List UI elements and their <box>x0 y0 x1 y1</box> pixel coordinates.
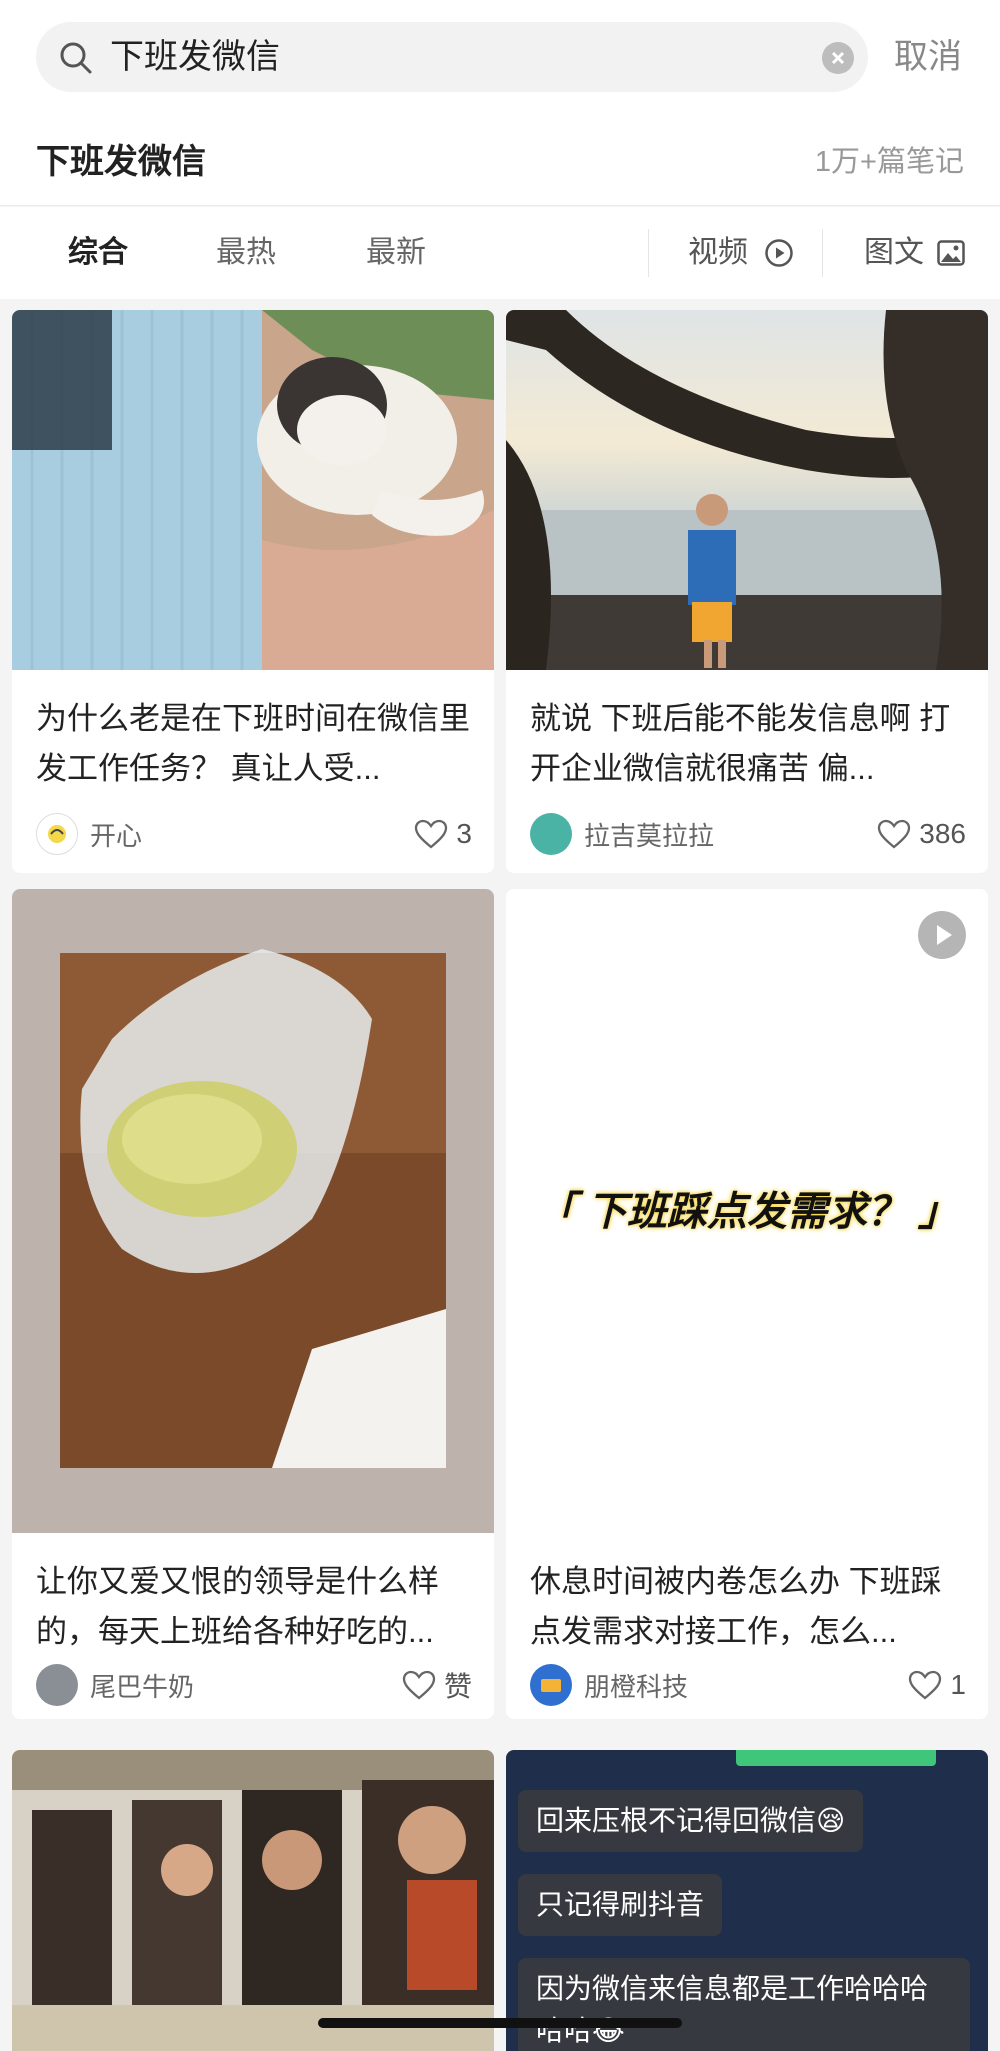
chat-bubble: 只记得刷抖音 <box>518 1874 723 1936</box>
page-title: 下班发微信 <box>36 143 206 181</box>
note-cover-image[interactable]: 「 下班踩点发需求？ 」 <box>506 889 988 1533</box>
note-count: 1万+篇笔记 <box>814 146 964 178</box>
like-count: 1 <box>950 1669 966 1700</box>
tab-newest[interactable]: 最新 <box>366 207 426 299</box>
divider <box>648 229 649 277</box>
author-name: 拉吉莫拉拉 <box>584 820 715 851</box>
tab-comprehensive[interactable]: 综合 <box>68 207 128 299</box>
video-filter-label: 视频 <box>688 236 748 269</box>
heart-icon <box>402 1670 436 1700</box>
heart-icon <box>415 819 448 849</box>
note-title[interactable]: 为什么老是在下班时间在微信里发工作任务？ 真让人受... <box>36 694 472 794</box>
like-button[interactable]: 1 <box>908 1663 966 1707</box>
chat-bubble: 因为微信来信息都是工作哈哈哈哈哈😂 <box>518 1958 970 2051</box>
heart-icon <box>909 1670 942 1700</box>
note-author[interactable]: 拉吉莫拉拉 <box>530 812 714 856</box>
note-card[interactable]: 就说 下班后能不能发信息啊 打开企业微信就很痛苦 偏... 拉吉莫拉拉 386 <box>506 310 988 873</box>
note-cover-image[interactable] <box>12 1750 494 2051</box>
note-title[interactable]: 让你又爱又恨的领导是什么样的，每天上班给各种好吃的... <box>36 1557 472 1657</box>
cancel-button[interactable]: 取消 <box>894 22 962 92</box>
note-card[interactable]: 回来压根不记得回微信😪 只记得刷抖音 因为微信来信息都是工作哈哈哈哈哈😂 <box>506 1750 988 2051</box>
note-card[interactable] <box>12 1750 494 2051</box>
heart-icon <box>878 819 911 849</box>
note-author[interactable]: 朋橙科技 <box>530 1663 688 1707</box>
image-text-filter-button[interactable]: 图文 <box>864 207 974 299</box>
note-card[interactable]: 「 下班踩点发需求？ 」 休息时间被内卷怎么办 下班踩点发需求对接工作，怎么..… <box>506 889 988 1719</box>
like-count: 3 <box>456 818 472 849</box>
note-title[interactable]: 休息时间被内卷怎么办 下班踩点发需求对接工作，怎么... <box>530 1557 966 1657</box>
note-card[interactable]: 让你又爱又恨的领导是什么样的，每天上班给各种好吃的... 尾巴牛奶 赞 <box>12 889 494 1719</box>
note-cover-image[interactable] <box>12 889 494 1533</box>
play-circle-icon <box>765 239 793 267</box>
like-button[interactable]: 386 <box>877 812 966 856</box>
author-name: 开心 <box>90 820 143 851</box>
avatar[interactable] <box>530 813 572 855</box>
beach-photo <box>506 310 988 670</box>
author-name: 朋橙科技 <box>584 1671 689 1702</box>
image-text-filter-label: 图文 <box>864 236 924 269</box>
note-author[interactable]: 开心 <box>36 812 142 856</box>
like-button[interactable]: 赞 <box>402 1663 472 1707</box>
like-button[interactable]: 3 <box>414 812 472 856</box>
avatar[interactable] <box>36 813 78 855</box>
note-cover-image[interactable] <box>506 310 988 670</box>
tab-hottest[interactable]: 最热 <box>216 207 276 299</box>
home-indicator[interactable] <box>318 2018 682 2028</box>
note-cover-image[interactable] <box>12 310 494 670</box>
video-filter-button[interactable]: 视频 <box>688 207 798 299</box>
cat-photo <box>12 310 494 670</box>
note-author[interactable]: 尾巴牛奶 <box>36 1663 194 1707</box>
note-title[interactable]: 就说 下班后能不能发信息啊 打开企业微信就很痛苦 偏... <box>530 694 966 794</box>
image-icon <box>937 240 965 266</box>
note-cover-image[interactable]: 回来压根不记得回微信😪 只记得刷抖音 因为微信来信息都是工作哈哈哈哈哈😂 <box>506 1750 988 2051</box>
clear-icon[interactable] <box>822 42 854 74</box>
filter-bar: 综合 最热 最新 视频 图文 <box>0 207 1000 299</box>
search-bar: 下班发微信 取消 <box>0 0 1000 118</box>
search-query[interactable]: 下班发微信 <box>110 22 280 92</box>
note-card[interactable]: 为什么老是在下班时间在微信里发工作任务？ 真让人受... 开心 3 <box>12 310 494 873</box>
chat-bubble: 回来压根不记得回微信😪 <box>518 1790 864 1852</box>
train-photo <box>12 1750 494 2051</box>
green-banner <box>736 1750 936 1766</box>
avatar[interactable] <box>36 1664 78 1706</box>
author-name: 尾巴牛奶 <box>90 1671 195 1702</box>
query-header: 下班发微信 1万+篇笔记 <box>0 118 1000 206</box>
avatar[interactable] <box>530 1664 572 1706</box>
food-photo <box>60 949 446 1468</box>
cover-caption: 「 下班踩点发需求？ 」 <box>535 1190 959 1234</box>
search-icon <box>60 42 92 74</box>
like-count: 386 <box>919 818 966 849</box>
divider <box>822 229 823 277</box>
video-play-icon[interactable] <box>918 911 966 959</box>
search-input[interactable]: 下班发微信 <box>36 22 868 92</box>
like-count: 赞 <box>443 1671 472 1702</box>
